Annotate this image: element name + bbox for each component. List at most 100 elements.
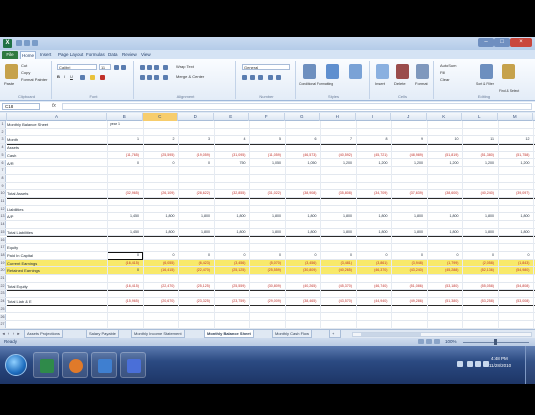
network-icon[interactable]	[475, 361, 481, 367]
format-cells-icon[interactable]	[416, 64, 429, 79]
save-icon[interactable]	[16, 40, 22, 46]
cell[interactable]: 1,800	[501, 213, 530, 221]
cell[interactable]: (31,095)	[217, 152, 245, 160]
taskbar-firefox[interactable]	[62, 352, 88, 378]
insert-cells-icon[interactable]	[376, 64, 389, 79]
cell[interactable]: 1,200	[430, 160, 459, 168]
zoom-slider-thumb[interactable]	[494, 339, 497, 345]
cell[interactable]: 1,200	[359, 160, 388, 168]
column-header-d[interactable]: D	[178, 113, 214, 121]
column-header-a[interactable]: A	[7, 113, 107, 121]
tab-home[interactable]: Home	[20, 51, 36, 59]
cell[interactable]: year 1	[110, 121, 139, 129]
clock-time[interactable]: 4:48 PM	[491, 356, 508, 361]
flag-icon[interactable]	[467, 361, 473, 367]
cell[interactable]: 0	[110, 267, 139, 275]
undo-icon[interactable]	[24, 40, 30, 46]
row-label[interactable]: Current Earnings	[7, 260, 37, 268]
cell[interactable]: (25,125)	[217, 267, 245, 275]
shrink-font-icon[interactable]	[121, 65, 126, 70]
column-header-k[interactable]: K	[427, 113, 462, 121]
row-number[interactable]: 12	[0, 205, 6, 213]
cell[interactable]: (51,380)	[465, 152, 494, 160]
cell[interactable]: 0	[181, 160, 210, 168]
orientation-icon[interactable]	[163, 65, 168, 70]
find-select-icon[interactable]	[502, 64, 515, 79]
autosum-button[interactable]: AutoSum	[440, 63, 456, 69]
clock-date[interactable]: 11/28/2010	[489, 363, 511, 368]
row-number[interactable]: 22	[0, 282, 6, 290]
row-number[interactable]: 14	[0, 221, 6, 228]
zoom-level[interactable]: 100%	[445, 339, 457, 344]
column-header-b[interactable]: B	[107, 113, 143, 121]
sheet-tab-salary-payable[interactable]: Salary Payable	[86, 330, 119, 338]
normal-view-icon[interactable]	[418, 339, 424, 344]
wrap-text-button[interactable]: Wrap Text	[176, 64, 194, 70]
taskbar-recorder[interactable]	[120, 352, 146, 378]
align-right-icon[interactable]	[154, 75, 159, 80]
row-label[interactable]: Retained Earnings	[7, 267, 40, 275]
cell[interactable]: (6,055)	[146, 260, 174, 268]
cell[interactable]: 1,200	[501, 160, 530, 168]
row-number[interactable]: 3	[0, 136, 6, 144]
align-left-icon[interactable]	[140, 75, 145, 80]
sort-filter-icon[interactable]	[480, 64, 493, 79]
cell[interactable]: (46,573)	[288, 152, 316, 160]
cell[interactable]: (51,758)	[501, 152, 529, 160]
align-bottom-icon[interactable]	[154, 65, 159, 70]
excel-app-icon[interactable]: X	[3, 39, 12, 48]
row-label[interactable]: A/R	[7, 160, 14, 168]
row-number[interactable]: 1	[0, 121, 6, 128]
cell[interactable]: (25,595)	[146, 152, 174, 160]
cell-styles-icon[interactable]	[349, 64, 362, 79]
active-cell-selection[interactable]	[107, 251, 143, 260]
cell[interactable]: 1,800	[217, 213, 246, 221]
row-number[interactable]: 17	[0, 244, 6, 251]
copy-button[interactable]: Copy	[21, 70, 30, 76]
row-label[interactable]: Assets	[7, 144, 19, 152]
cell[interactable]: 1,450	[110, 213, 139, 221]
cell[interactable]: (3,456)	[288, 260, 316, 268]
redo-icon[interactable]	[32, 40, 38, 46]
cell[interactable]: 1,800	[288, 213, 317, 221]
row-number[interactable]: 13	[0, 213, 6, 221]
format-as-table-icon[interactable]	[326, 64, 339, 79]
align-center-icon[interactable]	[147, 75, 152, 80]
insert-button[interactable]: Insert	[375, 81, 385, 87]
row-number[interactable]: 10	[0, 190, 6, 197]
row-number[interactable]: 16	[0, 236, 6, 244]
grow-font-icon[interactable]	[114, 65, 119, 70]
cell[interactable]: 0	[146, 160, 175, 168]
number-format-select[interactable]: General	[242, 64, 290, 70]
align-middle-icon[interactable]	[147, 65, 152, 70]
tab-data[interactable]: Data	[108, 51, 118, 59]
cell[interactable]: 0	[394, 252, 423, 260]
sheet-tab-monthly-income-statement[interactable]: Monthly Income Statement	[131, 330, 185, 338]
column-header-h[interactable]: H	[320, 113, 356, 121]
tab-insert[interactable]: Insert	[40, 51, 51, 59]
insert-function-icon[interactable]: fx	[52, 103, 56, 109]
cell[interactable]: (3,456)	[217, 260, 245, 268]
cell[interactable]: (11,059)	[252, 152, 281, 160]
row-number[interactable]: 24	[0, 298, 6, 305]
row-number[interactable]: 23	[0, 290, 6, 298]
taskbar-app[interactable]	[91, 352, 117, 378]
cell[interactable]: 1,800	[465, 213, 494, 221]
cell[interactable]: (16,415)	[110, 260, 139, 268]
cell[interactable]: (40,265)	[323, 267, 352, 275]
row-number[interactable]: 8	[0, 174, 6, 182]
sheet-tab-assets-projections[interactable]: Assets Projections	[24, 330, 63, 338]
row-number[interactable]: 5	[0, 151, 6, 159]
cell[interactable]: 0	[217, 252, 246, 260]
row-number[interactable]: 20	[0, 267, 6, 274]
cell[interactable]: (45,721)	[359, 152, 387, 160]
percent-icon[interactable]	[250, 75, 255, 80]
cell[interactable]: 0	[359, 252, 388, 260]
cell[interactable]: (1,799)	[430, 260, 458, 268]
row-label[interactable]: Monthly Balance Sheet	[7, 121, 48, 129]
cell[interactable]: 1,800	[252, 213, 281, 221]
last-sheet-icon[interactable]: ▸	[16, 331, 21, 337]
row-number[interactable]: 9	[0, 182, 6, 190]
row-number[interactable]: 27	[0, 321, 6, 328]
font-color-icon[interactable]	[100, 75, 105, 80]
